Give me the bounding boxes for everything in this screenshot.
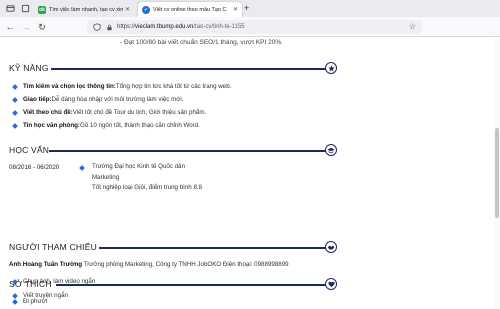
scrollbar-thumb[interactable]	[495, 128, 499, 218]
close-tab-icon[interactable]: ✕	[125, 6, 130, 13]
back-arrow-icon[interactable]: ←	[4, 21, 16, 33]
reference-detail: Trưởng phòng Marketing, Công ty TNHH Job…	[82, 261, 289, 268]
tab-overview-icon[interactable]	[19, 2, 32, 15]
tab-cv-online[interactable]: ✓ Viết cv online theo mẫu Tạo C ✕	[138, 2, 242, 17]
section-title-reference: NGƯỜI THAM CHIẾU	[9, 242, 97, 252]
browser-nav-bar: ← → ↻ https://vieclam.tbump.edu.vn/tao-c…	[0, 17, 500, 37]
tab-vieclam[interactable]: ok Tìm việc làm nhanh, tạo cv xin ✕	[34, 2, 134, 17]
diamond-bullet-icon	[12, 278, 18, 285]
skill-label: Giao tiếp:	[23, 96, 52, 103]
diamond-bullet-icon	[12, 292, 18, 299]
hobby-text: Viết truyện ngắn	[23, 292, 68, 299]
browser-tab-bar: ok Tìm việc làm nhanh, tạo cv xin ✕ ✓ Vi…	[0, 0, 500, 17]
ok-favicon-icon: ok	[38, 5, 46, 14]
firefox-view-icon[interactable]	[4, 2, 17, 15]
tab-title: Viết cv online theo mẫu Tạo C	[153, 6, 227, 13]
skill-label: Tìm kiếm và chọn lọc thông tin:	[23, 83, 116, 90]
skill-item: Tin học văn phòng: Gõ 10 ngón tốt, thành…	[12, 122, 200, 129]
forward-arrow-icon[interactable]: →	[20, 21, 32, 33]
school-name: Trường Đại học Kinh tế Quốc dân	[92, 163, 185, 170]
reference-line: Anh Hoàng Tuấn Trường Trưởng phòng Marke…	[9, 261, 289, 268]
education-details: Trường Đại học Kinh tế Quốc dân Marketin…	[92, 162, 202, 194]
hobby-item: Chụp ảnh, làm video ngắn	[12, 278, 96, 285]
skill-item: Tìm kiếm và chọn lọc thông tin: Tổng hợp…	[12, 83, 232, 90]
shield-icon[interactable]	[93, 23, 101, 31]
section-divider	[49, 150, 330, 152]
lock-icon[interactable]	[106, 24, 113, 31]
heart-icon	[325, 278, 337, 290]
section-divider	[99, 247, 330, 249]
education-date: 08/2016 - 06/2020	[9, 164, 60, 171]
diamond-bullet-icon	[12, 298, 18, 305]
graduation-result: Tốt nghiệp loại Giỏi, điểm trung bình 8.…	[92, 184, 203, 191]
education-section-header: HỌC VẤN	[9, 144, 337, 157]
handshake-icon	[325, 241, 337, 253]
url-text: https://vieclam.tbump.edu.vn/tao-cv/tinh…	[117, 24, 245, 30]
hobby-item: Đi phượt	[12, 298, 48, 305]
skill-label: Viết theo chủ đề:	[23, 109, 73, 116]
major: Marketing	[92, 173, 120, 181]
section-title-skills: KỸ NĂNG	[9, 63, 49, 73]
skill-item: Viết theo chủ đề: Viết tốt chủ đề Tour d…	[12, 109, 207, 116]
skills-section-header: KỸ NĂNG	[9, 62, 337, 75]
page-scrollbar[interactable]	[494, 38, 500, 309]
skill-text: Tổng hợp tin tức khá tốt từ các trang we…	[115, 83, 232, 90]
section-divider	[56, 284, 330, 286]
section-title-education: HỌC VẤN	[9, 145, 50, 155]
skill-text: Viết tốt chủ đề Tour du lịch, Giới thiệu…	[72, 109, 207, 116]
diamond-bullet-icon	[12, 96, 18, 103]
hobby-item: Viết truyện ngắn	[12, 292, 68, 299]
skill-label: Tin học văn phòng:	[23, 122, 80, 129]
graduation-cap-icon	[325, 144, 337, 156]
reload-icon[interactable]: ↻	[36, 21, 48, 33]
check-favicon-icon: ✓	[142, 5, 150, 14]
diamond-bullet-icon	[79, 165, 85, 171]
diamond-bullet-icon	[12, 109, 18, 116]
skill-item: Giao tiếp: Dễ dàng hòa nhập với môi trườ…	[12, 96, 184, 103]
tab-title: Tìm việc làm nhanh, tạo cv xin	[49, 6, 123, 13]
skill-text: Gõ 10 ngón tốt, thành thạo căn chỉnh Wor…	[79, 122, 200, 129]
address-bar[interactable]: https://vieclam.tbump.edu.vn/tao-cv/tinh…	[87, 20, 422, 34]
diamond-bullet-icon	[12, 122, 18, 129]
kpi-line: - Đạt 100/80 bài viết chuẩn SEO/1 tháng,…	[120, 39, 283, 46]
star-icon[interactable]: ☆	[409, 22, 416, 31]
skill-text: Dễ dàng hòa nhập với môi trường làm việc…	[51, 96, 184, 103]
diamond-bullet-icon	[12, 83, 18, 90]
reference-name: Anh Hoàng Tuấn Trường	[9, 261, 83, 268]
new-tab-button[interactable]: +	[244, 3, 249, 13]
section-divider	[51, 68, 330, 70]
reference-section-header: NGƯỜI THAM CHIẾU	[9, 241, 337, 254]
close-tab-icon[interactable]: ✕	[233, 6, 238, 13]
hobby-text: Chụp ảnh, làm video ngắn	[23, 278, 96, 285]
page-viewport: - Đạt 100/80 bài viết chuẩn SEO/1 tháng,…	[0, 38, 500, 309]
star-icon	[325, 62, 337, 74]
hobby-text: Đi phượt	[23, 298, 48, 305]
